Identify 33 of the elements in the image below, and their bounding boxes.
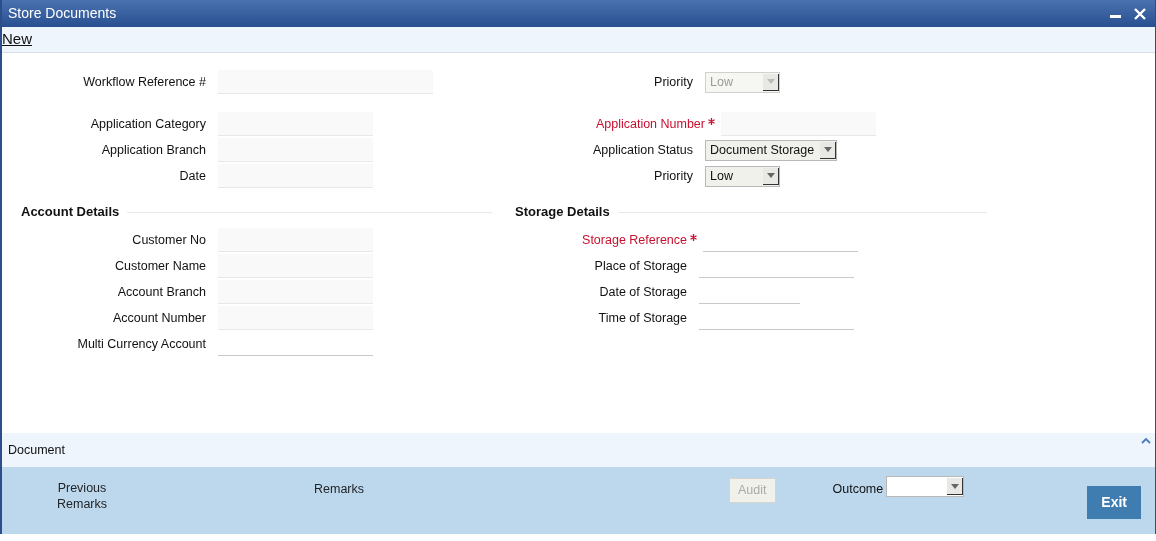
- new-link[interactable]: New: [2, 28, 32, 51]
- field-label: Priority: [653, 73, 694, 91]
- field-label: Customer No: [131, 231, 207, 249]
- exit-button[interactable]: Exit: [1087, 486, 1141, 519]
- field-label: Date of Storage: [598, 283, 688, 301]
- collapse-icon[interactable]: [1141, 437, 1151, 444]
- field-label: Place of Storage: [593, 257, 688, 275]
- dropdown[interactable]: Document Storage: [705, 139, 838, 161]
- field-label: Outcome: [832, 481, 884, 498]
- field-label: Customer Name: [114, 257, 207, 275]
- caret-icon[interactable]: [823, 147, 832, 152]
- window-title: Store Documents: [8, 4, 117, 23]
- field-label: Account Number: [111, 309, 207, 327]
- field-label: Storage Reference: [581, 231, 687, 249]
- field-label: Application Branch: [100, 141, 207, 159]
- caret-icon[interactable]: [950, 483, 959, 489]
- section-title: Storage Details: [515, 203, 610, 222]
- section-title: Account Details: [21, 203, 120, 222]
- caret-icon[interactable]: [766, 173, 775, 178]
- field-label: Account Branch: [116, 283, 207, 301]
- field-label: Workflow Reference #: [82, 73, 207, 91]
- dropdown[interactable]: Low: [705, 165, 780, 187]
- field-label: Multi Currency Account: [76, 335, 207, 353]
- field-label: Priority: [653, 167, 694, 185]
- dropdown[interactable]: [886, 476, 965, 497]
- field-label: Application Number: [594, 115, 705, 133]
- previous-remarks-link[interactable]: Previous Remarks: [52, 480, 112, 512]
- section-title: Document: [8, 441, 65, 459]
- field-label: Application Status: [591, 141, 694, 159]
- field-label: Application Category: [89, 115, 207, 133]
- remarks-link[interactable]: Remarks: [314, 480, 366, 499]
- field-label: Time of Storage: [597, 309, 688, 327]
- field-label: Date: [178, 167, 207, 185]
